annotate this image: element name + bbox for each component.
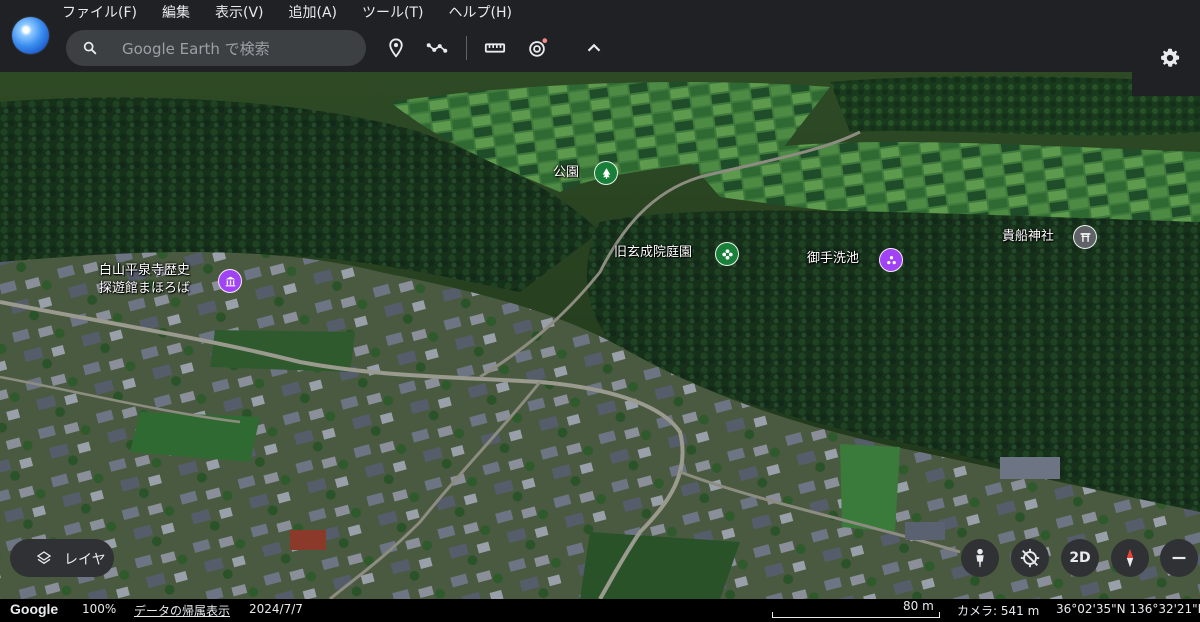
tree-icon xyxy=(602,167,610,179)
label-museum-line1[interactable]: 白山平泉寺歴史 xyxy=(99,262,190,279)
street-view-button[interactable] xyxy=(961,539,999,577)
attribution-link[interactable]: データの帰属表示 xyxy=(134,602,230,619)
museum-icon xyxy=(225,276,235,286)
menu-tools[interactable]: ツール(T) xyxy=(362,2,423,22)
path-icon xyxy=(426,43,448,53)
layers-label: レイヤ xyxy=(64,552,106,568)
placemark-icon xyxy=(389,38,403,58)
label-pond[interactable]: 御手洗池 xyxy=(807,250,859,267)
satellite-imagery[interactable] xyxy=(0,72,1200,599)
pin-shrine[interactable] xyxy=(1073,225,1097,249)
view-mode-button[interactable]: 2D xyxy=(1061,539,1099,577)
landmark-dots-icon xyxy=(886,255,896,264)
reset-view-button[interactable] xyxy=(1011,539,1049,577)
label-park[interactable]: 公園 xyxy=(553,164,579,181)
menu-view[interactable]: 表示(V) xyxy=(215,2,264,22)
flower-icon xyxy=(721,248,733,260)
collapse-icon xyxy=(587,43,601,52)
zoom-level: 100% xyxy=(82,602,117,616)
menu-help[interactable]: ヘルプ(H) xyxy=(449,2,512,22)
scale-label: 80 m xyxy=(903,599,934,613)
menu-bar: ファイル(F) 編集 表示(V) 追加(A) ツール(T) ヘルプ(H) xyxy=(0,0,1200,24)
menu-add[interactable]: 追加(A) xyxy=(289,2,338,22)
pin-museum[interactable] xyxy=(218,269,242,293)
label-shrine[interactable]: 貴船神社 xyxy=(1002,228,1054,245)
camera-altitude: カメラ: 541 m xyxy=(957,604,1040,618)
pin-park[interactable] xyxy=(594,161,618,185)
settings-button[interactable] xyxy=(1156,44,1184,72)
collapse-toolbar-button[interactable] xyxy=(580,34,608,62)
menu-file[interactable]: ファイル(F) xyxy=(62,2,137,22)
status-bar: Google 100% データの帰属表示 2024/7/7 80 m カメラ: … xyxy=(0,599,1200,622)
zoom-out-button[interactable] xyxy=(1160,539,1198,577)
layers-icon xyxy=(36,551,52,565)
label-museum-line2[interactable]: 探遊館まほろば xyxy=(99,280,190,297)
compass-button[interactable] xyxy=(1111,539,1149,577)
pin-garden[interactable] xyxy=(715,242,739,266)
pegman-icon xyxy=(976,548,984,568)
imagery-date: 2024/7/7 xyxy=(249,602,303,616)
label-garden[interactable]: 旧玄成院庭園 xyxy=(614,244,692,261)
draw-path-button[interactable] xyxy=(423,34,451,62)
measure-button[interactable] xyxy=(481,34,509,62)
add-placemark-button[interactable] xyxy=(382,34,410,62)
tour-button[interactable] xyxy=(523,34,551,62)
coordinates: 36°02'35"N 136°32'21"E xyxy=(1056,602,1200,616)
google-logo: Google xyxy=(10,601,59,617)
tour-icon xyxy=(529,38,548,57)
location-disabled-icon xyxy=(1020,548,1040,568)
minus-icon xyxy=(1172,556,1186,560)
menu-edit[interactable]: 編集 xyxy=(162,2,190,22)
ruler-icon xyxy=(484,43,506,53)
map-view[interactable]: 公園 旧玄成院庭園 御手洗池 貴船神社 白山平泉寺歴史 探遊館まほろば xyxy=(0,72,1200,599)
layers-button[interactable]: レイヤ xyxy=(10,539,114,577)
search-icon xyxy=(83,41,97,55)
search-input[interactable] xyxy=(120,30,354,68)
toolbar-right xyxy=(1132,24,1200,96)
torii-icon xyxy=(1080,232,1090,242)
compass-icon xyxy=(1126,548,1134,568)
settings-icon xyxy=(1161,48,1180,67)
pin-pond[interactable] xyxy=(879,248,903,272)
toolbar xyxy=(0,17,1200,96)
search-box[interactable] xyxy=(66,30,366,68)
toolbar-divider xyxy=(466,36,467,60)
google-earth-logo-icon[interactable] xyxy=(12,17,49,54)
